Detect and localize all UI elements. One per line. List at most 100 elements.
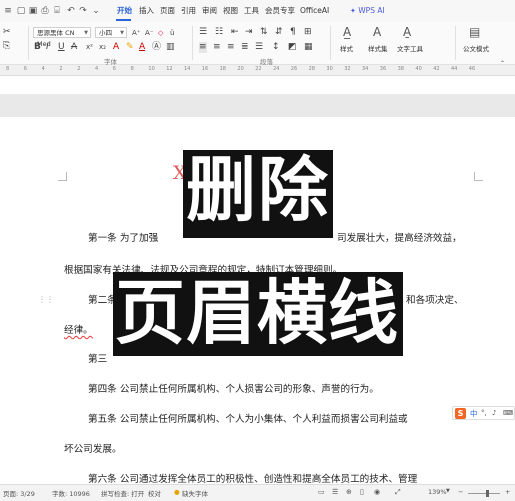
borders-icon[interactable]: ⊞ (304, 27, 312, 38)
menu-icon[interactable]: ≡ (3, 6, 13, 16)
zoom-slider-thumb[interactable] (486, 490, 489, 497)
increase-indent-icon[interactable]: ⇥ (245, 27, 253, 38)
sort-icon[interactable]: ⇵ (275, 27, 283, 38)
body-line-1b: 司发展壮大，提高经济效益， (337, 233, 462, 244)
divider (455, 26, 456, 60)
char-border-icon[interactable]: Ⓐ (152, 42, 161, 53)
drag-handle-icon[interactable]: ⋮⋮ (38, 295, 54, 304)
numbered-list-icon[interactable]: ☷ (215, 27, 223, 38)
align-center-icon[interactable]: ≡ (213, 42, 221, 53)
web-view-icon[interactable]: ⊕ (346, 488, 352, 496)
tab-insert[interactable]: 插入 (139, 4, 154, 18)
font-color-icon[interactable]: A (139, 42, 145, 53)
formula-style-icon[interactable]: ▤ (469, 26, 480, 38)
page-indicator[interactable]: 页面: 3/29 (3, 488, 35, 498)
redo-icon[interactable]: ↷ (78, 6, 88, 16)
decrease-indent-icon[interactable]: ⇤ (231, 27, 239, 38)
zoom-in-button[interactable]: + (505, 488, 510, 496)
tab-review[interactable]: 审阅 (202, 4, 217, 18)
tab-references[interactable]: 引用 (181, 4, 196, 18)
undo-icon[interactable]: ↶ (66, 6, 76, 16)
text-tools-button[interactable]: 文字工具 (397, 43, 423, 53)
ruler-tick-label: 10 (148, 66, 155, 72)
tab-member[interactable]: 会员专享 (265, 4, 295, 18)
tab-page[interactable]: 页面 (160, 4, 175, 18)
ruler-tick-label: 8 (130, 66, 134, 72)
phonetic-icon[interactable]: ü (170, 28, 174, 39)
tab-tools[interactable]: 工具 (244, 4, 259, 18)
missing-font-button[interactable]: 缺失字体 (182, 488, 208, 498)
font-size-select[interactable]: 小四 ▼ (95, 27, 127, 38)
status-bar: 页面: 3/29 字数: 10996 拼写检查: 打开 校对 ● 缺失字体 ▭ … (0, 484, 515, 501)
overlay-title-header-line: 页眉横线 (114, 271, 400, 356)
char-shading-icon[interactable]: ▥ (166, 42, 175, 53)
keyboard-icon[interactable]: ⌨ (503, 408, 513, 419)
chevron-down-icon[interactable]: ▼ (446, 488, 450, 494)
cut-icon[interactable]: ✂ (3, 27, 11, 38)
underline-icon[interactable]: U (58, 42, 65, 53)
outline-view-icon[interactable]: ☰ (332, 488, 338, 496)
bullet-list-icon[interactable]: ☰ (199, 27, 207, 38)
divider (28, 26, 29, 60)
highlight-icon[interactable]: ✎ (126, 42, 134, 53)
ruler-tick-label: 14 (184, 66, 191, 72)
paste-icon[interactable]: ⎘ (3, 41, 10, 52)
distribute-icon[interactable]: ☰ (255, 42, 263, 53)
print-preview-icon[interactable]: ⌸ (52, 6, 62, 16)
zoom-out-button[interactable]: − (458, 488, 463, 496)
style-set-button[interactable]: 样式集 (368, 43, 388, 53)
zoom-slider-track[interactable] (468, 493, 500, 494)
save-icon[interactable]: ▣ (28, 6, 38, 16)
zoom-level[interactable]: 139% (428, 488, 447, 496)
align-right-icon[interactable]: ≡ (227, 42, 235, 53)
italic-icon[interactable]: I (46, 42, 49, 53)
punctuation-icon[interactable]: °, (481, 408, 487, 419)
tab-officeai[interactable]: OfficeAI (300, 4, 329, 18)
superscript-icon[interactable]: x² (86, 42, 93, 53)
view-mode-icon[interactable]: ▭ (318, 488, 325, 496)
ruler-tick-label: 32 (344, 66, 351, 72)
line-spacing-icon[interactable]: ↕ (272, 42, 280, 53)
tab-home[interactable]: 开始 (117, 4, 132, 18)
tab-wps-ai[interactable]: ✦ WPS AI (350, 4, 385, 18)
new-doc-icon[interactable]: ▢ (16, 6, 26, 16)
tab-view[interactable]: 视图 (223, 4, 238, 18)
body-line-4: 经律。 (64, 325, 93, 336)
styles-button[interactable]: 样式 (340, 43, 353, 53)
ime-toolbar[interactable]: S 中 °, ♪ ⌨ (452, 406, 515, 420)
align-left-icon[interactable]: ≡ (199, 42, 207, 53)
shrink-font-icon[interactable]: A⁻ (145, 28, 153, 39)
print-icon[interactable]: ⎙ (40, 6, 50, 16)
justify-icon[interactable]: ≣ (241, 42, 249, 53)
subscript-icon[interactable]: x₂ (99, 42, 106, 53)
proofread-button[interactable]: 校对 (148, 488, 161, 498)
more-icon[interactable]: ⌄ (91, 6, 101, 16)
horizontal-ruler: 8 6 4 2 2 4 6 8 10 12 14 16 18 20 22 24 26 28 30 32 34 36 38 40… (0, 65, 515, 76)
eye-protection-icon[interactable]: ◉ (374, 488, 380, 496)
zoom-fit-icon[interactable]: ⤢ (395, 488, 401, 497)
word-count[interactable]: 字数: 10996 (52, 488, 90, 498)
microphone-icon[interactable]: ♪ (492, 408, 496, 419)
ruler-tick-label: 26 (290, 66, 298, 72)
show-marks-icon[interactable]: ¶ (290, 27, 296, 38)
read-mode-icon[interactable]: ▯ (360, 488, 364, 496)
style-set-icon[interactable]: A (373, 26, 381, 38)
ruler-tick-label: 4 (41, 66, 45, 72)
ruler-tick-label: 8 (6, 66, 10, 72)
clear-format-icon[interactable]: ◇ (158, 28, 163, 39)
text-direction-icon[interactable]: ⇅ (260, 27, 268, 38)
border-icon[interactable]: ▦ (304, 42, 313, 53)
strikethrough-icon[interactable]: A (71, 42, 77, 53)
spell-check-toggle[interactable]: 拼写检查: 打开 (101, 488, 144, 498)
shading-icon[interactable]: ◩ (288, 42, 297, 53)
text-effect-icon[interactable]: A (113, 42, 119, 53)
styles-icon[interactable]: A̲ (343, 26, 351, 38)
bold-icon[interactable]: B (34, 42, 41, 53)
ruler-tick-label: 38 (397, 66, 404, 72)
formula-style-button[interactable]: 公文模式 (463, 43, 489, 53)
grow-font-icon[interactable]: A⁺ (132, 28, 140, 39)
body-line-5: 第三 (88, 354, 108, 365)
font-name-select[interactable]: 思源黑体 CN Med ▼ (33, 27, 91, 48)
ime-mode-toggle[interactable]: 中 (470, 408, 478, 419)
text-tools-icon[interactable]: A̱ (403, 26, 411, 38)
